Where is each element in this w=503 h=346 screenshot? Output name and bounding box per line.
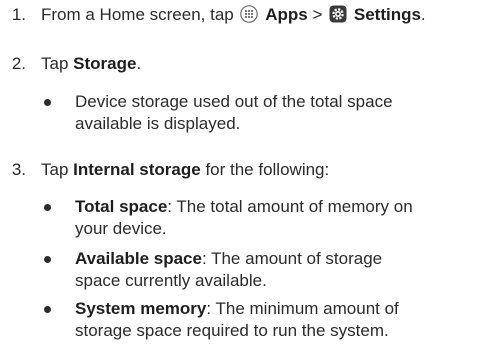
bullet-line-1: : The minimum amount of: [206, 299, 399, 318]
bullet-text: System memory: The minimum amount of sto…: [75, 298, 495, 342]
bullet-dot: [44, 204, 51, 211]
bullet-term: System memory: [75, 299, 207, 318]
bullet-text: Available space: The amount of storage s…: [75, 248, 495, 292]
step-prefix: Tap: [41, 54, 69, 73]
bullet-term: Available space: [75, 249, 202, 268]
bullet-dot: [44, 306, 51, 313]
bullet-line-1: : The amount of storage: [201, 249, 383, 268]
step-text: From a Home screen, tap Apps > Settings.: [41, 4, 426, 26]
step-number: 2.: [11, 54, 26, 73]
bullet-line-2: space currently available.: [75, 271, 267, 290]
step-prefix: From a Home screen, tap: [41, 5, 234, 24]
bullet-dot: [44, 256, 51, 263]
step-suffix: .: [420, 5, 426, 24]
apps-grid-icon: [240, 5, 259, 23]
bullet-line-1: : The total amount of memory on: [167, 197, 413, 216]
settings-gear-icon: [329, 5, 347, 23]
settings-label: Settings: [353, 5, 421, 24]
step-suffix: .: [136, 54, 142, 73]
bullet-line-2: your device.: [75, 219, 167, 238]
bullet-dot: [44, 99, 51, 106]
storage-label: Storage: [73, 54, 137, 73]
separator: >: [312, 5, 323, 24]
bullet-line-2: available is displayed.: [75, 114, 241, 133]
bullet-text: Device storage used out of the total spa…: [75, 91, 495, 135]
internal-storage-label: Internal storage: [73, 160, 201, 179]
step-suffix: for the following:: [205, 160, 330, 179]
step-text: Tap Internal storage for the following:: [41, 159, 329, 181]
step-prefix: Tap: [41, 160, 69, 179]
bullet-line-2: storage space required to run the system…: [75, 321, 389, 340]
apps-label: Apps: [265, 5, 308, 24]
step-text: Tap Storage.: [41, 53, 141, 75]
step-number: 3.: [11, 160, 26, 179]
bullet-term: Total space: [75, 197, 168, 216]
step-number: 1.: [11, 5, 26, 24]
bullet-text: Total space: The total amount of memory …: [75, 196, 495, 240]
bullet-line-1: Device storage used out of the total spa…: [75, 92, 393, 111]
